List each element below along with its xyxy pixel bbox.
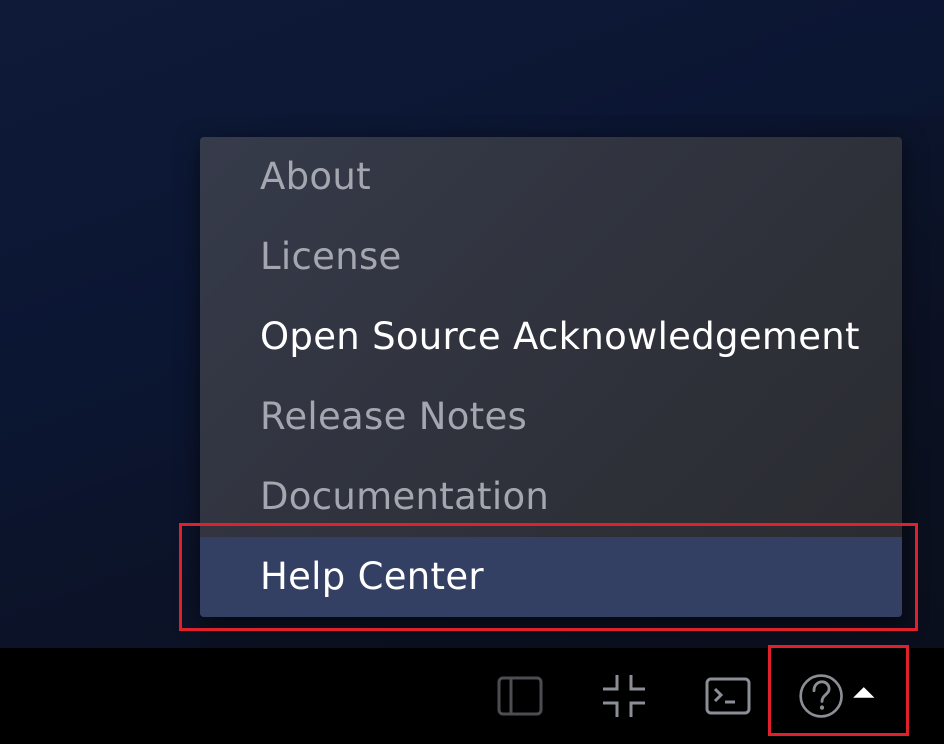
help-dropdown-menu: About License Open Source Acknowledgemen… (200, 137, 902, 617)
menu-item-release-notes[interactable]: Release Notes (200, 377, 902, 457)
help-button[interactable] (798, 672, 878, 720)
terminal-icon (705, 677, 751, 715)
caret-up-icon (853, 687, 875, 698)
menu-item-help-center[interactable]: Help Center (200, 537, 902, 617)
sidebar-panel-icon (497, 676, 543, 716)
help-button-graphic (799, 674, 875, 718)
terminal-button[interactable] (704, 672, 752, 720)
menu-item-label: Help Center (260, 554, 484, 598)
menu-item-documentation[interactable]: Documentation (200, 457, 902, 537)
menu-item-open-source-acknowledgement[interactable]: Open Source Acknowledgement (200, 297, 902, 377)
menu-item-label: Release Notes (260, 394, 528, 438)
menu-item-label: Open Source Acknowledgement (260, 314, 860, 358)
sidebar-toggle-button[interactable] (496, 672, 544, 720)
menu-item-label: License (260, 234, 402, 278)
menu-item-license[interactable]: License (200, 217, 902, 297)
menu-item-label: About (260, 154, 371, 198)
collapse-arrows-icon (603, 675, 645, 717)
menu-item-about[interactable]: About (200, 137, 902, 217)
menu-item-label: Documentation (260, 474, 550, 518)
collapse-button[interactable] (600, 672, 648, 720)
question-circle-icon (799, 674, 843, 718)
